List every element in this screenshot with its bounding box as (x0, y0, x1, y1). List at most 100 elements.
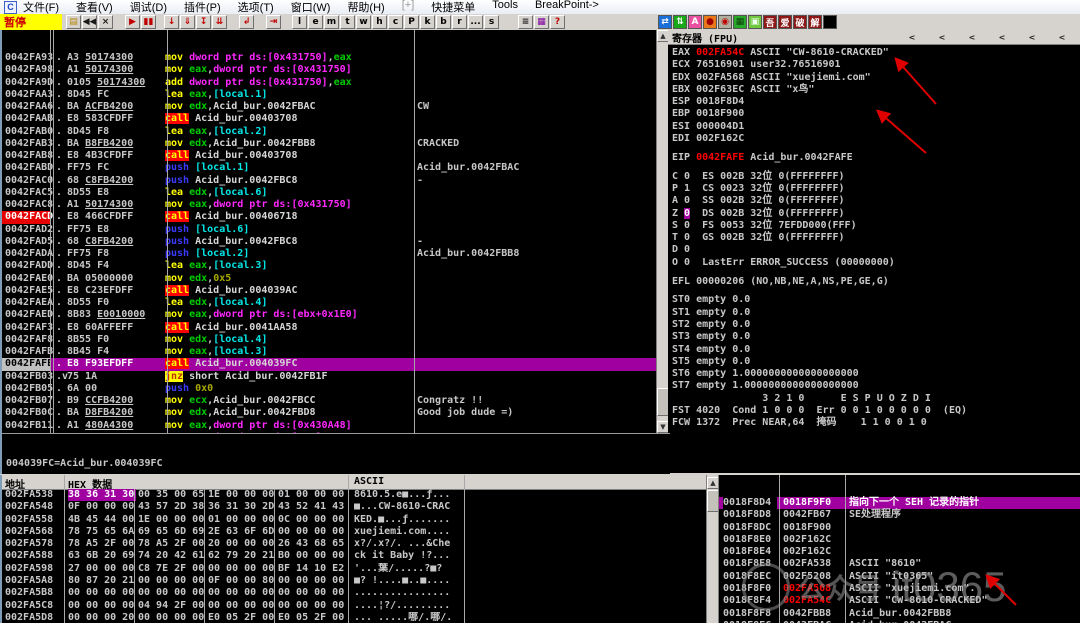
asm-row[interactable]: 0042FADA.FF75 F8push [local.2]Acid_bur.0… (2, 248, 658, 260)
column-divider[interactable] (779, 475, 780, 623)
asm-row[interactable]: 0042FAC0.68 C8FB4200push Acid_bur.0042FB… (2, 175, 658, 187)
asm-row[interactable]: 0042FAD2.FF75 E8push [local.6] (2, 224, 658, 236)
register-line[interactable]: ST4 empty 0.0 (672, 344, 1080, 356)
register-line[interactable]: ST5 empty 0.0 (672, 356, 1080, 368)
info-pane[interactable]: 004039FC=Acid_bur.004039FC (0, 433, 670, 474)
swap-plugin-icon[interactable]: ⇄ (658, 15, 672, 29)
toolbar-letter-h[interactable]: h (372, 15, 387, 29)
stack-row[interactable]: 0018F8F4002FA54CASCII "CW-8610-CRACKED" (719, 595, 1080, 607)
dump-row[interactable]: 002FA57878 A5 2F 0078 A5 2F 0020 00 00 0… (2, 538, 708, 550)
registers-pane[interactable]: 寄存器 (FPU) <<<<<< EAX 002FA54C ASCII "CW-… (668, 30, 1080, 473)
asm-row[interactable]: 0042FACD.E8 466CFDFFcall Acid_bur.004067… (2, 211, 658, 223)
register-line[interactable]: Z 0 DS 002B 32位 0(FFFFFFFF) (672, 208, 1080, 220)
stack-row[interactable]: 0018F8DC0018F900 (719, 522, 1080, 534)
dump-row[interactable]: 002FA5C800 00 00 0004 94 2F 0000 00 00 0… (2, 600, 708, 612)
cn-po-icon[interactable]: 破 (793, 15, 807, 29)
register-line[interactable]: ECX 76516901 user32.76516901 (672, 59, 1080, 71)
asm-row[interactable]: 0042FAFB.8B45 F4mov eax,[local.3] (2, 346, 658, 358)
column-divider[interactable] (167, 30, 168, 433)
windows-list-icon[interactable]: ▦ (534, 15, 549, 29)
toolbar-letter-c[interactable]: c (388, 15, 403, 29)
asm-row[interactable]: 0042FB05.6A 00push 0x0 (2, 383, 658, 395)
register-line[interactable]: A 0 SS 002B 32位 0(FFFFFFFF) (672, 195, 1080, 207)
menu-item-7[interactable]: [+] (402, 0, 415, 15)
asm-row[interactable]: 0042FAF8.8B55 F0mov edx,[local.4] (2, 334, 658, 346)
dump-row[interactable]: 002FA53838 36 31 3000 35 00 651E 00 00 0… (2, 489, 708, 501)
column-divider[interactable] (50, 30, 51, 433)
step-over-icon[interactable]: ⇓ (180, 15, 195, 29)
asm-row[interactable]: 0042FAE5.E8 C23EFDFFcall Acid_bur.004039… (2, 285, 658, 297)
asm-row[interactable]: 0042FB11.A1 480A4300mov eax,dword ptr ds… (2, 420, 658, 432)
dump-row[interactable]: 002FA5D800 00 00 2000 00 00 00E0 05 2F 0… (2, 612, 708, 623)
asm-row[interactable]: 0042FABD.FF75 FCpush [local.1]Acid_bur.0… (2, 162, 658, 174)
asm-row[interactable]: 0042FAA3.8D45 FClea eax,[local.1] (2, 89, 658, 101)
run-to-return-icon[interactable]: ↲ (239, 15, 254, 29)
fpu-switch-button[interactable]: < (1025, 32, 1039, 42)
register-line[interactable]: 3 2 1 0 E S P U O Z D I (672, 393, 1080, 405)
register-line[interactable]: EBP 0018F900 (672, 108, 1080, 120)
register-line[interactable]: ST0 empty 0.0 (672, 294, 1080, 306)
restart-icon[interactable]: ◀◀ (82, 15, 97, 29)
stack-row[interactable]: 0018F8E8002FA538ASCII "8610" (719, 558, 1080, 570)
column-divider[interactable] (464, 475, 465, 623)
asm-row[interactable]: 0042FAE0.BA 05000000mov edx,0x5 (2, 273, 658, 285)
toolbar-letter-m[interactable]: m (324, 15, 339, 29)
fpu-switch-button[interactable]: < (1055, 32, 1069, 42)
stack-row[interactable]: 0018F8D80042FB67SE处理程序 (719, 509, 1080, 521)
fpu-switch-button[interactable]: < (965, 32, 979, 42)
asm-row[interactable]: 0042FAEA.8D55 F0lea edx,[local.4] (2, 297, 658, 309)
asm-row[interactable]: 0042FAC5.8D55 E8lea edx,[local.6] (2, 187, 658, 199)
asm-row[interactable]: 0042FB07.B9 CCFB4200mov ecx,Acid_bur.004… (2, 395, 658, 407)
fpu-switch-button[interactable]: < (995, 32, 1009, 42)
dump-row[interactable]: 002FA5584B 45 44 001E 00 00 0001 00 00 0… (2, 514, 708, 526)
asm-row[interactable]: 0042FB03.v75 1Ajnz short Acid_bur.0042FB… (2, 371, 658, 383)
register-line[interactable]: EBX 002F63EC ASCII "x鸟" (672, 84, 1080, 96)
menu-item-8[interactable]: 快捷菜单 (431, 0, 475, 15)
stack-row[interactable]: 0018F8F80042FBB8Acid_bur.0042FBB8 (719, 608, 1080, 620)
dump-row[interactable]: 002FA56878 75 65 6A69 65 6D 692E 63 6F 6… (2, 526, 708, 538)
stack-pane[interactable]: 0018F8D40018F9F0指向下一个 SEH 记录的指针0018F8D80… (718, 475, 1080, 623)
toolbar-letter-e[interactable]: e (308, 15, 323, 29)
asm-row[interactable]: 0042FAB3.BA B8FB4200mov edx,Acid_bur.004… (2, 138, 658, 150)
column-divider[interactable] (348, 475, 349, 623)
asm-row[interactable]: 0042FA93.A3 50174300mov dword ptr ds:[0x… (2, 52, 658, 64)
register-line[interactable]: T 0 GS 002B 32位 0(FFFFFFFF) (672, 232, 1080, 244)
asm-row[interactable]: 0042FAA6.BA ACFB4200mov edx,Acid_bur.004… (2, 101, 658, 113)
toolbar-letter-t[interactable]: t (340, 15, 355, 29)
register-line[interactable]: O 0 LastErr ERROR_SUCCESS (00000000) (672, 257, 1080, 269)
asm-row[interactable]: 0042FB0C.BA D8FB4200mov edx,Acid_bur.004… (2, 407, 658, 419)
register-line[interactable]: EDX 002FA568 ASCII "xuejiemi.com" (672, 72, 1080, 84)
asm-row[interactable]: 0042FAB0.8D45 F8lea eax,[local.2] (2, 126, 658, 138)
toolbar-letter-w[interactable]: w (356, 15, 371, 29)
cn-wu-icon[interactable]: 吾 (763, 15, 777, 29)
asm-row[interactable]: 0042FAFE.E8 F93EFDFFcall Acid_bur.004039… (2, 358, 658, 370)
animate-into-icon[interactable]: ↧ (196, 15, 211, 29)
column-divider[interactable] (134, 489, 135, 623)
window-icon[interactable]: C (4, 1, 17, 14)
close-icon[interactable]: × (98, 15, 113, 29)
step-into-icon[interactable]: ↓ (164, 15, 179, 29)
column-divider[interactable] (64, 475, 65, 623)
register-line[interactable]: S 0 FS 0053 32位 7EFDD000(FFF) (672, 220, 1080, 232)
record-plugin-icon[interactable]: ● (703, 15, 717, 29)
menu-item-10[interactable]: BreakPoint-> (535, 0, 599, 15)
run-to-user-icon[interactable]: ⇥ (266, 15, 281, 29)
log-window-icon[interactable]: ≡ (518, 15, 533, 29)
stack-row[interactable]: 0018F8E0002F162C (719, 534, 1080, 546)
help-icon[interactable]: ? (550, 15, 565, 29)
register-line[interactable]: EIP 0042FAFE Acid_bur.0042FAFE (672, 152, 1080, 164)
asm-row[interactable]: 0042FAB8.E8 4B3CFDFFcall Acid_bur.004037… (2, 150, 658, 162)
register-line[interactable]: ST6 empty 1.0000000000000000000 (672, 368, 1080, 380)
animate-over-icon[interactable]: ⇊ (212, 15, 227, 29)
assembler-plugin-icon[interactable]: A (688, 15, 702, 29)
register-line[interactable]: C 0 ES 002B 32位 0(FFFFFFFF) (672, 171, 1080, 183)
menu-item-1[interactable]: 查看(V) (76, 0, 113, 15)
dump-row[interactable]: 002FA58863 6B 20 6974 20 42 6162 79 20 2… (2, 550, 708, 562)
toolbar-letter-k[interactable]: k (420, 15, 435, 29)
column-divider[interactable] (274, 489, 275, 623)
column-divider[interactable] (53, 30, 54, 433)
register-line[interactable]: FCW 1372 Prec NEAR,64 掩码 1 1 0 0 1 0 (672, 417, 1080, 429)
register-line[interactable]: EAX 002FA54C ASCII "CW-8610-CRACKED" (672, 47, 1080, 59)
stack-row[interactable]: 0018F8EC002F5208ASCII "it0365" (719, 571, 1080, 583)
open-file-icon[interactable]: ▤ (66, 15, 81, 29)
